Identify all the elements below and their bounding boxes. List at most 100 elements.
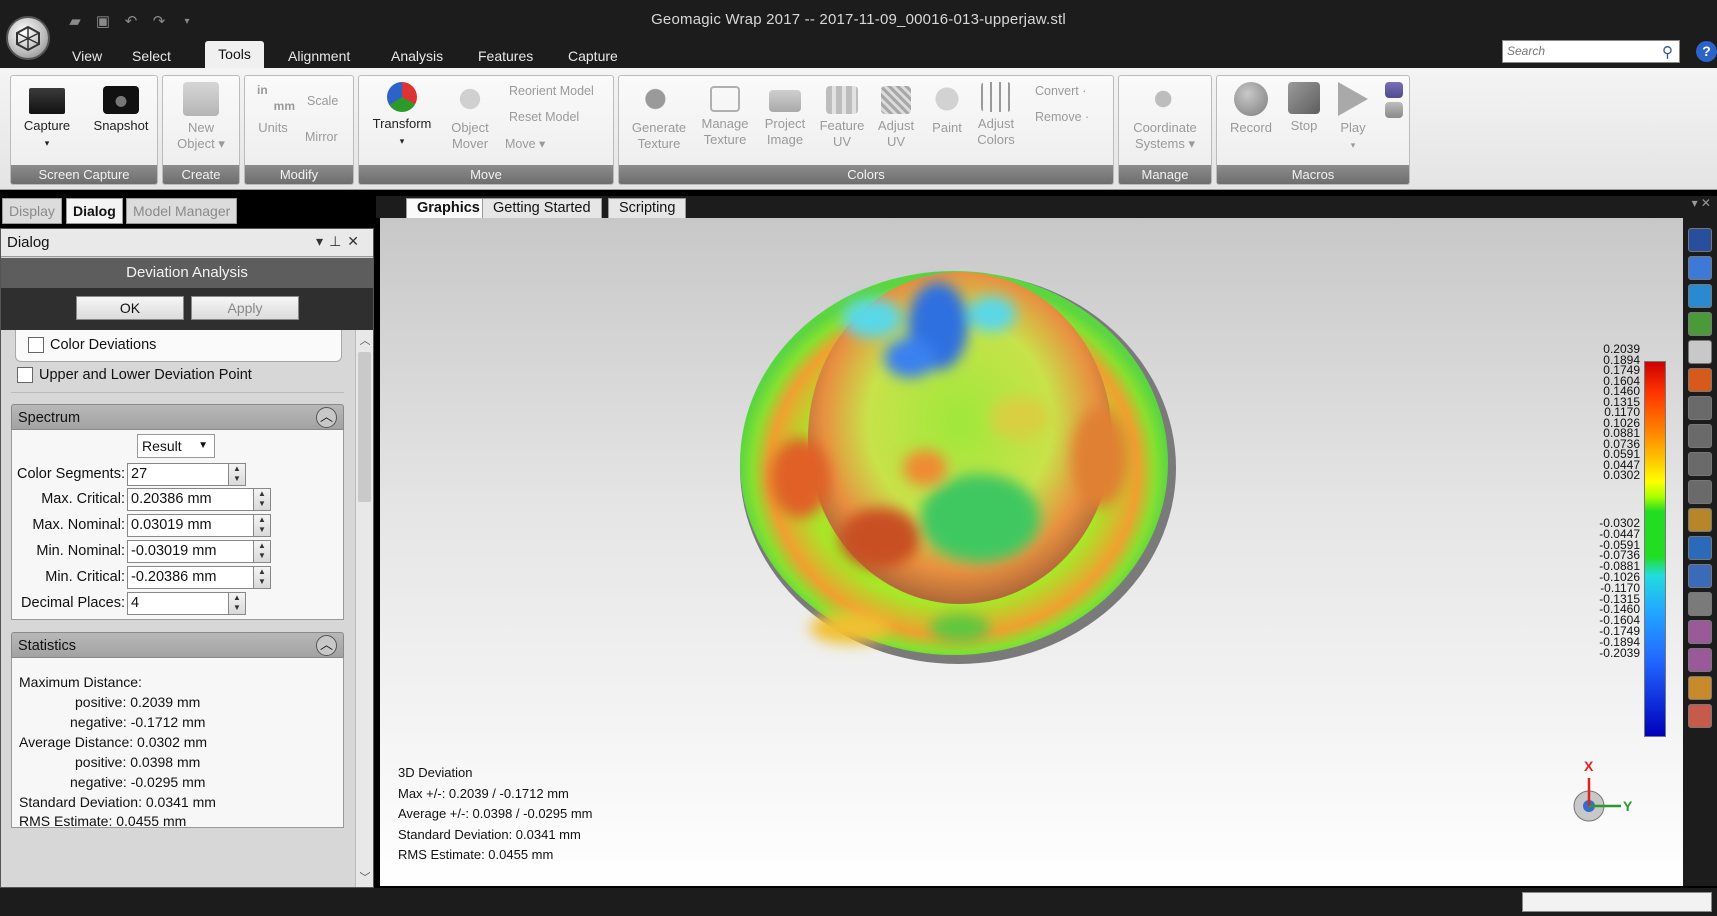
play-button[interactable]: Play ▾ <box>1331 82 1375 153</box>
adjust-colors-button[interactable]: Adjust Colors <box>971 82 1021 148</box>
mirror-button[interactable]: Mirror <box>305 130 338 144</box>
tab-view[interactable]: View <box>62 45 112 68</box>
feature-uv-button[interactable]: Feature UV <box>815 82 869 150</box>
remove-button[interactable]: Remove · <box>1035 110 1089 124</box>
spectrum-section-header[interactable]: Spectrum ︿ <box>11 404 344 430</box>
max-nominal-input[interactable]: 0.03019 mm <box>127 514 254 537</box>
manage-texture-button[interactable]: Manage Texture <box>695 82 755 148</box>
tab-tools[interactable]: Tools <box>205 41 264 68</box>
pin-icon[interactable]: ⊥ <box>329 233 347 249</box>
close-icon[interactable]: ▾ ✕ <box>1692 196 1711 210</box>
macro-editor-icon[interactable] <box>1383 82 1405 122</box>
scale-button[interactable]: Scale <box>307 94 338 108</box>
max-critical-input[interactable]: 0.20386 mm <box>127 488 254 511</box>
tab-scripting[interactable]: Scripting <box>608 198 687 218</box>
fit-view-icon[interactable] <box>1688 284 1712 308</box>
app-menu-logo-icon[interactable] <box>6 16 50 60</box>
tab-getting-started[interactable]: Getting Started <box>482 198 602 218</box>
collapse-up-icon[interactable]: ︿ <box>316 635 337 656</box>
lasso-select-icon[interactable] <box>1688 424 1712 448</box>
upper-lower-checkbox-row[interactable]: Upper and Lower Deviation Point <box>17 367 252 383</box>
reset-model-button[interactable]: Reset Model <box>509 110 579 124</box>
decimal-places-spinner[interactable]: ▲ ▼ <box>228 592 246 615</box>
decimal-places-input[interactable]: 4 <box>127 592 229 615</box>
shaded-display-icon[interactable] <box>1688 648 1712 672</box>
close-icon[interactable]: ✕ <box>347 233 365 249</box>
scroll-down-icon[interactable]: ﹀ <box>356 869 374 885</box>
tab-model-manager[interactable]: Model Manager <box>126 198 238 224</box>
apply-button[interactable]: Apply <box>191 296 299 320</box>
units-button[interactable]: in mm Units <box>251 82 295 136</box>
dialog-scroll-area: Color Deviations Upper and Lower Deviati… <box>1 330 355 887</box>
max-critical-spinner[interactable]: ▲ ▼ <box>253 488 271 511</box>
min-nominal-spinner[interactable]: ▲ ▼ <box>253 540 271 563</box>
transform-button[interactable]: Transform ▾ <box>367 82 437 149</box>
scroll-thumb[interactable] <box>358 352 371 502</box>
scroll-up-icon[interactable]: ︿ <box>356 332 374 348</box>
overlay-title: 3D Deviation <box>398 765 473 780</box>
rotate-view-icon[interactable] <box>1688 256 1712 280</box>
paintbrush-select-icon[interactable] <box>1688 480 1712 504</box>
texture-display-icon[interactable] <box>1688 676 1712 700</box>
group-label-create: Create <box>163 165 239 184</box>
help-icon[interactable]: ? <box>1696 41 1717 62</box>
min-critical-spinner[interactable]: ▲ ▼ <box>253 566 271 589</box>
select-all-icon[interactable] <box>1688 564 1712 588</box>
move-dropdown-button[interactable]: Move ▾ <box>505 136 545 151</box>
spectrum-mode-select[interactable]: Result ▼ <box>137 434 215 458</box>
coordinate-systems-button[interactable]: Coordinate Systems ▾ <box>1125 82 1205 152</box>
min-critical-input[interactable]: -0.20386 mm <box>127 566 254 589</box>
tab-alignment[interactable]: Alignment <box>278 45 360 68</box>
color-segments-spinner[interactable]: ▲ ▼ <box>228 463 246 486</box>
graphics-viewport[interactable]: 3D Deviation Max +/-: 0.2039 / -0.1712 m… <box>380 218 1683 886</box>
rectangle-select-icon[interactable] <box>1688 396 1712 420</box>
ribbon: Capture ▾ Snapshot Screen Capture New Obje… <box>0 68 1717 190</box>
adjust-uv-button[interactable]: Adjust UV <box>871 82 921 150</box>
tab-dialog[interactable]: Dialog <box>66 198 123 224</box>
search-icon[interactable]: ⚲ <box>1662 43 1673 61</box>
snapshot-button[interactable]: Snapshot <box>89 82 153 134</box>
object-mover-button[interactable]: Object Mover <box>443 82 497 152</box>
record-button[interactable]: Record <box>1225 82 1277 136</box>
view-home-icon[interactable] <box>1688 228 1712 252</box>
color-deviations-checkbox-row[interactable]: Color Deviations <box>28 337 156 353</box>
mesh-display-icon[interactable] <box>1688 620 1712 644</box>
zoom-icon[interactable] <box>1688 340 1712 364</box>
generate-texture-button[interactable]: Generate Texture <box>629 82 689 152</box>
new-object-button[interactable]: New Object ▾ <box>169 82 233 152</box>
select-by-angle-icon[interactable] <box>1688 592 1712 616</box>
tab-select[interactable]: Select <box>122 45 181 68</box>
collapse-up-icon[interactable]: ︿ <box>316 407 337 428</box>
lighting-icon[interactable] <box>1688 704 1712 728</box>
project-image-button[interactable]: Project Image <box>759 82 811 148</box>
graphics-tabs: Graphics Getting Started Scripting ▾ ✕ <box>376 196 1717 218</box>
search-input[interactable] <box>1507 44 1647 58</box>
select-through-icon[interactable] <box>1688 508 1712 532</box>
color-segments-input[interactable]: 27 <box>127 463 229 486</box>
max-nominal-spinner[interactable]: ▲ ▼ <box>253 514 271 537</box>
axis-triad[interactable]: X Y <box>1559 758 1639 838</box>
panel-menu-icon[interactable]: ▾ <box>316 233 329 249</box>
tab-features[interactable]: Features <box>468 45 543 68</box>
line-select-icon[interactable] <box>1688 452 1712 476</box>
min-nominal-input[interactable]: -0.03019 mm <box>127 540 254 563</box>
adjust-uv-icon <box>881 86 911 114</box>
tab-graphics[interactable]: Graphics <box>406 198 491 218</box>
statistics-section-header[interactable]: Statistics ︿ <box>11 632 344 658</box>
stop-button[interactable]: Stop <box>1281 82 1327 134</box>
tab-capture[interactable]: Capture <box>558 45 628 68</box>
upper-lower-checkbox[interactable] <box>17 367 33 383</box>
capture-button[interactable]: Capture ▾ <box>19 82 75 151</box>
select-visible-icon[interactable] <box>1688 536 1712 560</box>
color-deviations-checkbox[interactable] <box>28 337 44 353</box>
group-colors: Generate Texture Manage Texture Project Ima… <box>618 75 1114 185</box>
tab-display[interactable]: Display <box>2 198 62 224</box>
paint-button[interactable]: Paint <box>925 82 969 136</box>
color-display-icon[interactable] <box>1688 368 1712 392</box>
reorient-model-button[interactable]: Reorient Model <box>509 84 594 98</box>
tab-analysis[interactable]: Analysis <box>381 45 453 68</box>
ok-button[interactable]: OK <box>76 296 184 320</box>
dialog-scrollbar[interactable]: ︿ ﹀ <box>355 330 373 887</box>
convert-button[interactable]: Convert · <box>1035 84 1086 98</box>
view-layers-icon[interactable] <box>1688 312 1712 336</box>
